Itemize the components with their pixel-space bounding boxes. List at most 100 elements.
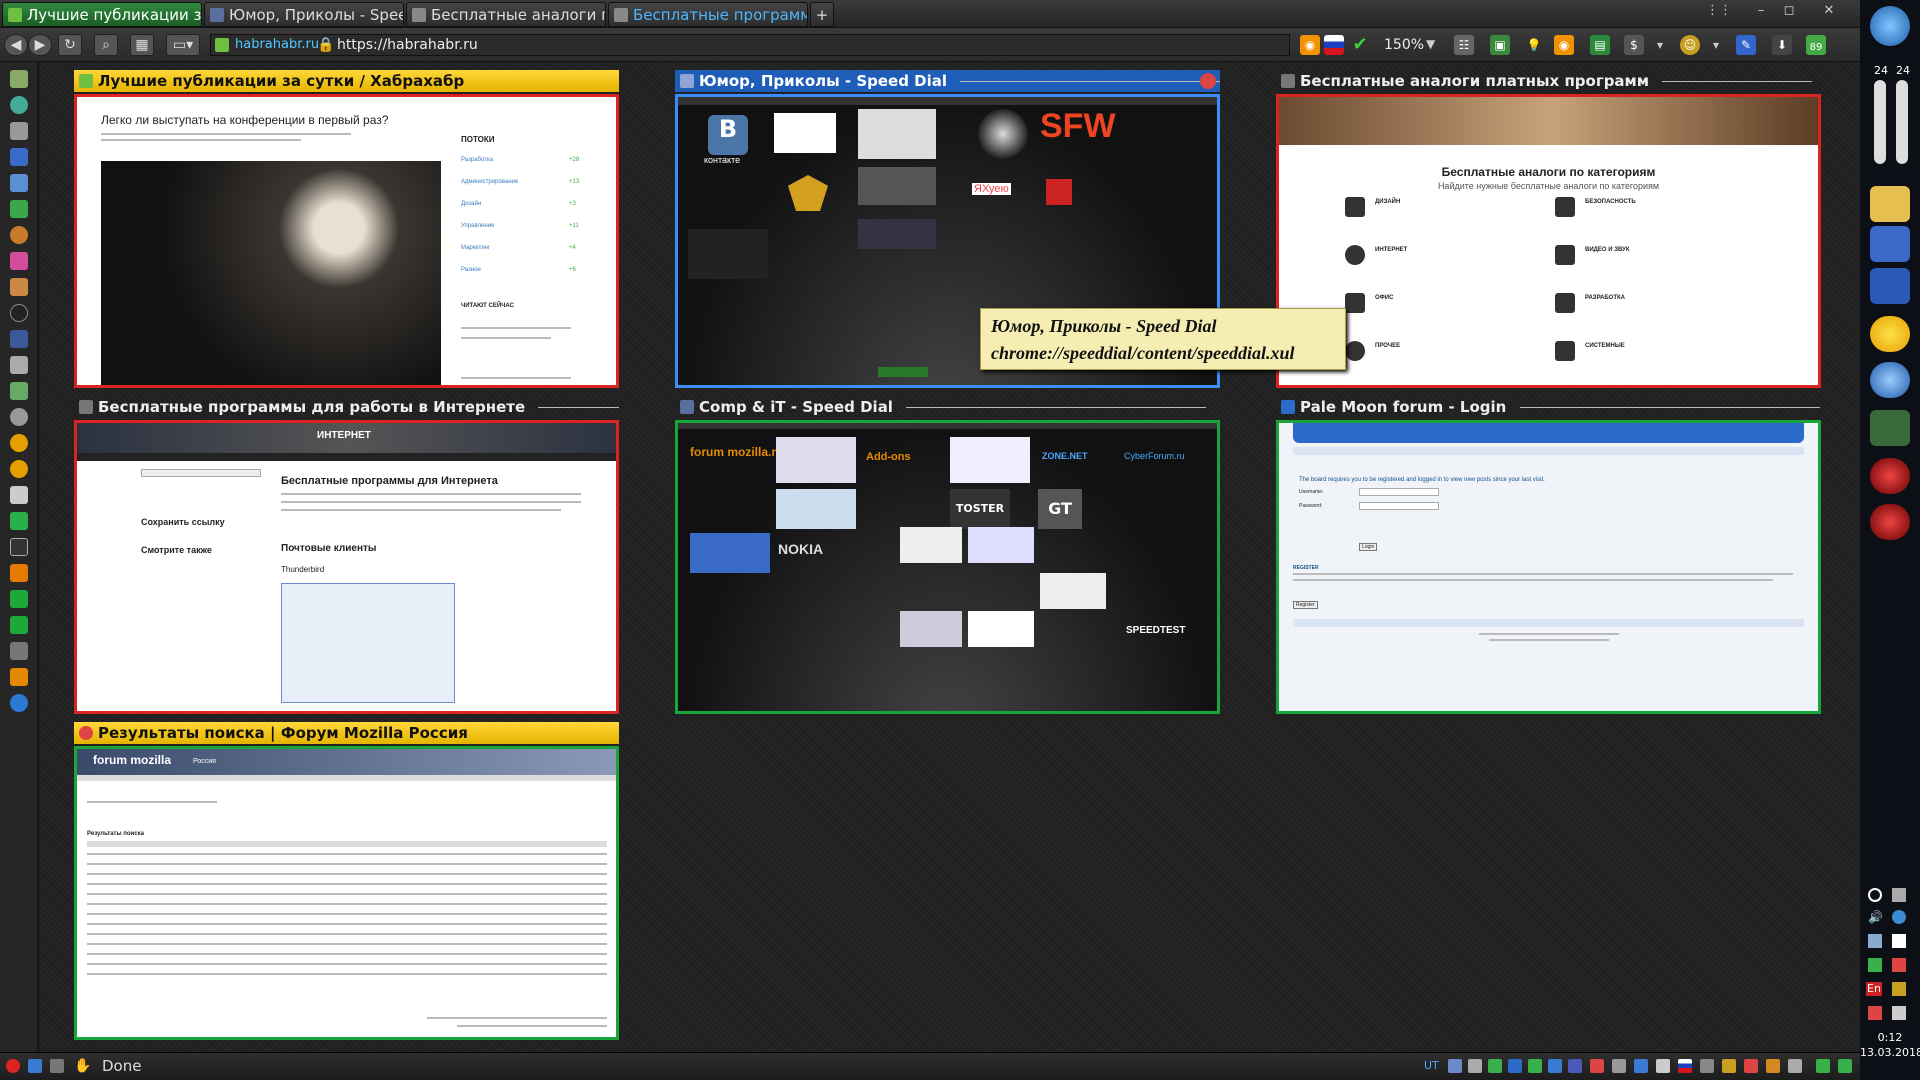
shuffle-icon[interactable] (10, 512, 28, 530)
feed-icon[interactable]: ◉ (1554, 35, 1574, 55)
tile-thumbnail[interactable]: forum mozilla Россия Результаты поиска (74, 746, 619, 1040)
dial-cell[interactable] (950, 437, 1030, 483)
square-icon[interactable] (10, 538, 28, 556)
category-title[interactable]: РАЗРАБОТКА (1585, 295, 1625, 301)
red-orb-icon[interactable] (1870, 504, 1910, 540)
dial-cell[interactable] (900, 611, 962, 647)
dollar-icon[interactable]: $ (1624, 35, 1644, 55)
lightbulb-icon[interactable]: 💡 (1524, 35, 1544, 55)
zoom-level[interactable]: 150% (1384, 37, 1424, 53)
tile-thumbnail[interactable]: ИНТЕРНЕТ Сохранить ссылку Смотрите также… (74, 420, 619, 714)
tile-thumbnail[interactable]: Легко ли выступать на конференции в перв… (74, 94, 619, 388)
close-tile-icon[interactable] (1200, 73, 1216, 89)
tray-icon[interactable] (1528, 1059, 1542, 1073)
russian-flag-icon[interactable] (1678, 1059, 1692, 1073)
counter-badge[interactable]: 89 (1806, 35, 1826, 55)
hand-icon[interactable]: ✋ (74, 1059, 91, 1073)
user-icon[interactable] (10, 200, 28, 218)
save-link-title[interactable]: Сохранить ссылку (141, 517, 225, 527)
tray-icon[interactable] (1744, 1059, 1758, 1073)
dial-cell[interactable] (690, 533, 770, 573)
sidebar-toggle-button[interactable]: ▭▾ (166, 34, 200, 56)
category-title[interactable]: ВИДЕО И ЗВУК (1585, 247, 1630, 253)
login-button[interactable]: Login (1359, 543, 1378, 551)
forward-button[interactable]: ▶ (28, 34, 52, 56)
category-title[interactable]: СИСТЕМНЫЕ (1585, 343, 1625, 349)
dial-cell[interactable] (858, 109, 936, 159)
tray-icon[interactable] (1816, 1059, 1830, 1073)
gadget-icon[interactable] (1870, 410, 1910, 446)
tray-icon[interactable] (1766, 1059, 1780, 1073)
screenshot-icon[interactable]: ▣ (1490, 35, 1510, 55)
print-icon[interactable] (10, 278, 28, 296)
maximize-button[interactable]: ◻ (1778, 2, 1800, 20)
category-title[interactable]: БЕЗОПАСНОСТЬ (1585, 199, 1636, 205)
speaker-icon[interactable]: 🔊 (1868, 910, 1883, 924)
tray-icon[interactable] (1788, 1059, 1802, 1073)
vk-icon[interactable] (10, 330, 28, 348)
zoom-dropdown-icon[interactable]: ▼ (1426, 37, 1435, 51)
tray-icon[interactable] (1634, 1059, 1648, 1073)
dial-tile-programs[interactable]: Бесплатные программы для работы в Интерн… (74, 396, 619, 714)
tab-analogs[interactable]: Бесплатные аналоги платных ... (406, 2, 606, 27)
tray-icon[interactable] (1656, 1059, 1670, 1073)
dropdown-icon[interactable]: ▾ (1706, 35, 1726, 55)
tray-icon[interactable] (1868, 934, 1882, 948)
dial-cell[interactable] (1046, 179, 1072, 205)
calendar-icon[interactable] (10, 382, 28, 400)
search-input[interactable] (141, 469, 261, 477)
settings-icon[interactable] (1892, 910, 1906, 924)
dial-tile-habr[interactable]: Лучшие публикации за сутки / Хабрахабр Л… (74, 70, 619, 388)
tray-icon[interactable] (1508, 1059, 1522, 1073)
tile-thumbnail[interactable]: The board requires you to be registered … (1276, 420, 1821, 714)
stream-item[interactable]: Дизайн (461, 201, 481, 207)
folder-icon[interactable] (1870, 186, 1910, 222)
save-icon[interactable] (10, 148, 28, 166)
chart-icon[interactable]: ▤ (1590, 35, 1610, 55)
dial-cell[interactable] (858, 167, 936, 205)
smiley-icon[interactable]: ☺ (1680, 35, 1700, 55)
start-orb-icon[interactable] (1870, 6, 1910, 46)
dial-cell[interactable] (776, 437, 856, 483)
bookmark-icon[interactable] (10, 70, 28, 88)
category-title[interactable]: ИНТЕРНЕТ (1375, 247, 1407, 253)
dial-cell[interactable] (968, 527, 1034, 563)
tool-icon[interactable] (10, 642, 28, 660)
category-title[interactable]: ПРОЧЕЕ (1375, 343, 1400, 349)
tab-habr[interactable]: Лучшие публикации за сутки / ... (2, 2, 202, 27)
screen-icon[interactable] (50, 1059, 64, 1073)
dial-cell[interactable] (1040, 573, 1106, 609)
dial-cell[interactable] (688, 229, 768, 279)
tab-programs[interactable]: Бесплатные программы для ра... (608, 2, 808, 27)
tray-icon[interactable] (1892, 934, 1906, 948)
tray-icon[interactable] (1868, 1006, 1882, 1020)
settings-icon[interactable] (10, 408, 28, 426)
dial-tile-mozilla[interactable]: Результаты поиска | Форум Mozilla Россия… (74, 722, 619, 1040)
save-icon[interactable] (1870, 268, 1910, 304)
language-indicator[interactable]: En (1866, 982, 1882, 996)
dial-cell[interactable] (858, 219, 936, 249)
check-icon[interactable] (1868, 958, 1882, 972)
dial-cell[interactable] (774, 113, 836, 153)
tray-icon[interactable] (1722, 1059, 1736, 1073)
tray-icon[interactable] (1612, 1059, 1626, 1073)
url-text[interactable]: https://habrahabr.ru (337, 35, 478, 55)
ut-icon[interactable]: UT (1424, 1059, 1439, 1073)
tray-icon[interactable] (1448, 1059, 1462, 1073)
plus-icon[interactable] (10, 616, 28, 634)
tray-icon[interactable] (1700, 1059, 1714, 1073)
clock-icon[interactable] (1868, 888, 1882, 902)
dial-cell[interactable] (776, 489, 856, 529)
extension-icon[interactable]: ✎ (1736, 35, 1756, 55)
tray-icon[interactable] (1892, 982, 1906, 996)
list-icon[interactable] (10, 356, 28, 374)
url-bar[interactable]: habrahabr.ru 🔒 https://habrahabr.ru (210, 34, 1290, 56)
reload-button[interactable]: ↻ (58, 34, 82, 56)
tray-icon[interactable] (1892, 958, 1906, 972)
stream-item[interactable]: Администрирование (461, 179, 518, 185)
back-button[interactable]: ◀ (4, 34, 28, 56)
record-icon[interactable] (10, 304, 28, 322)
speeddial-grid-button[interactable]: ▦ (130, 34, 154, 56)
grid-icon[interactable]: ⋮⋮ (1706, 2, 1732, 20)
tray-icon[interactable] (1838, 1059, 1852, 1073)
